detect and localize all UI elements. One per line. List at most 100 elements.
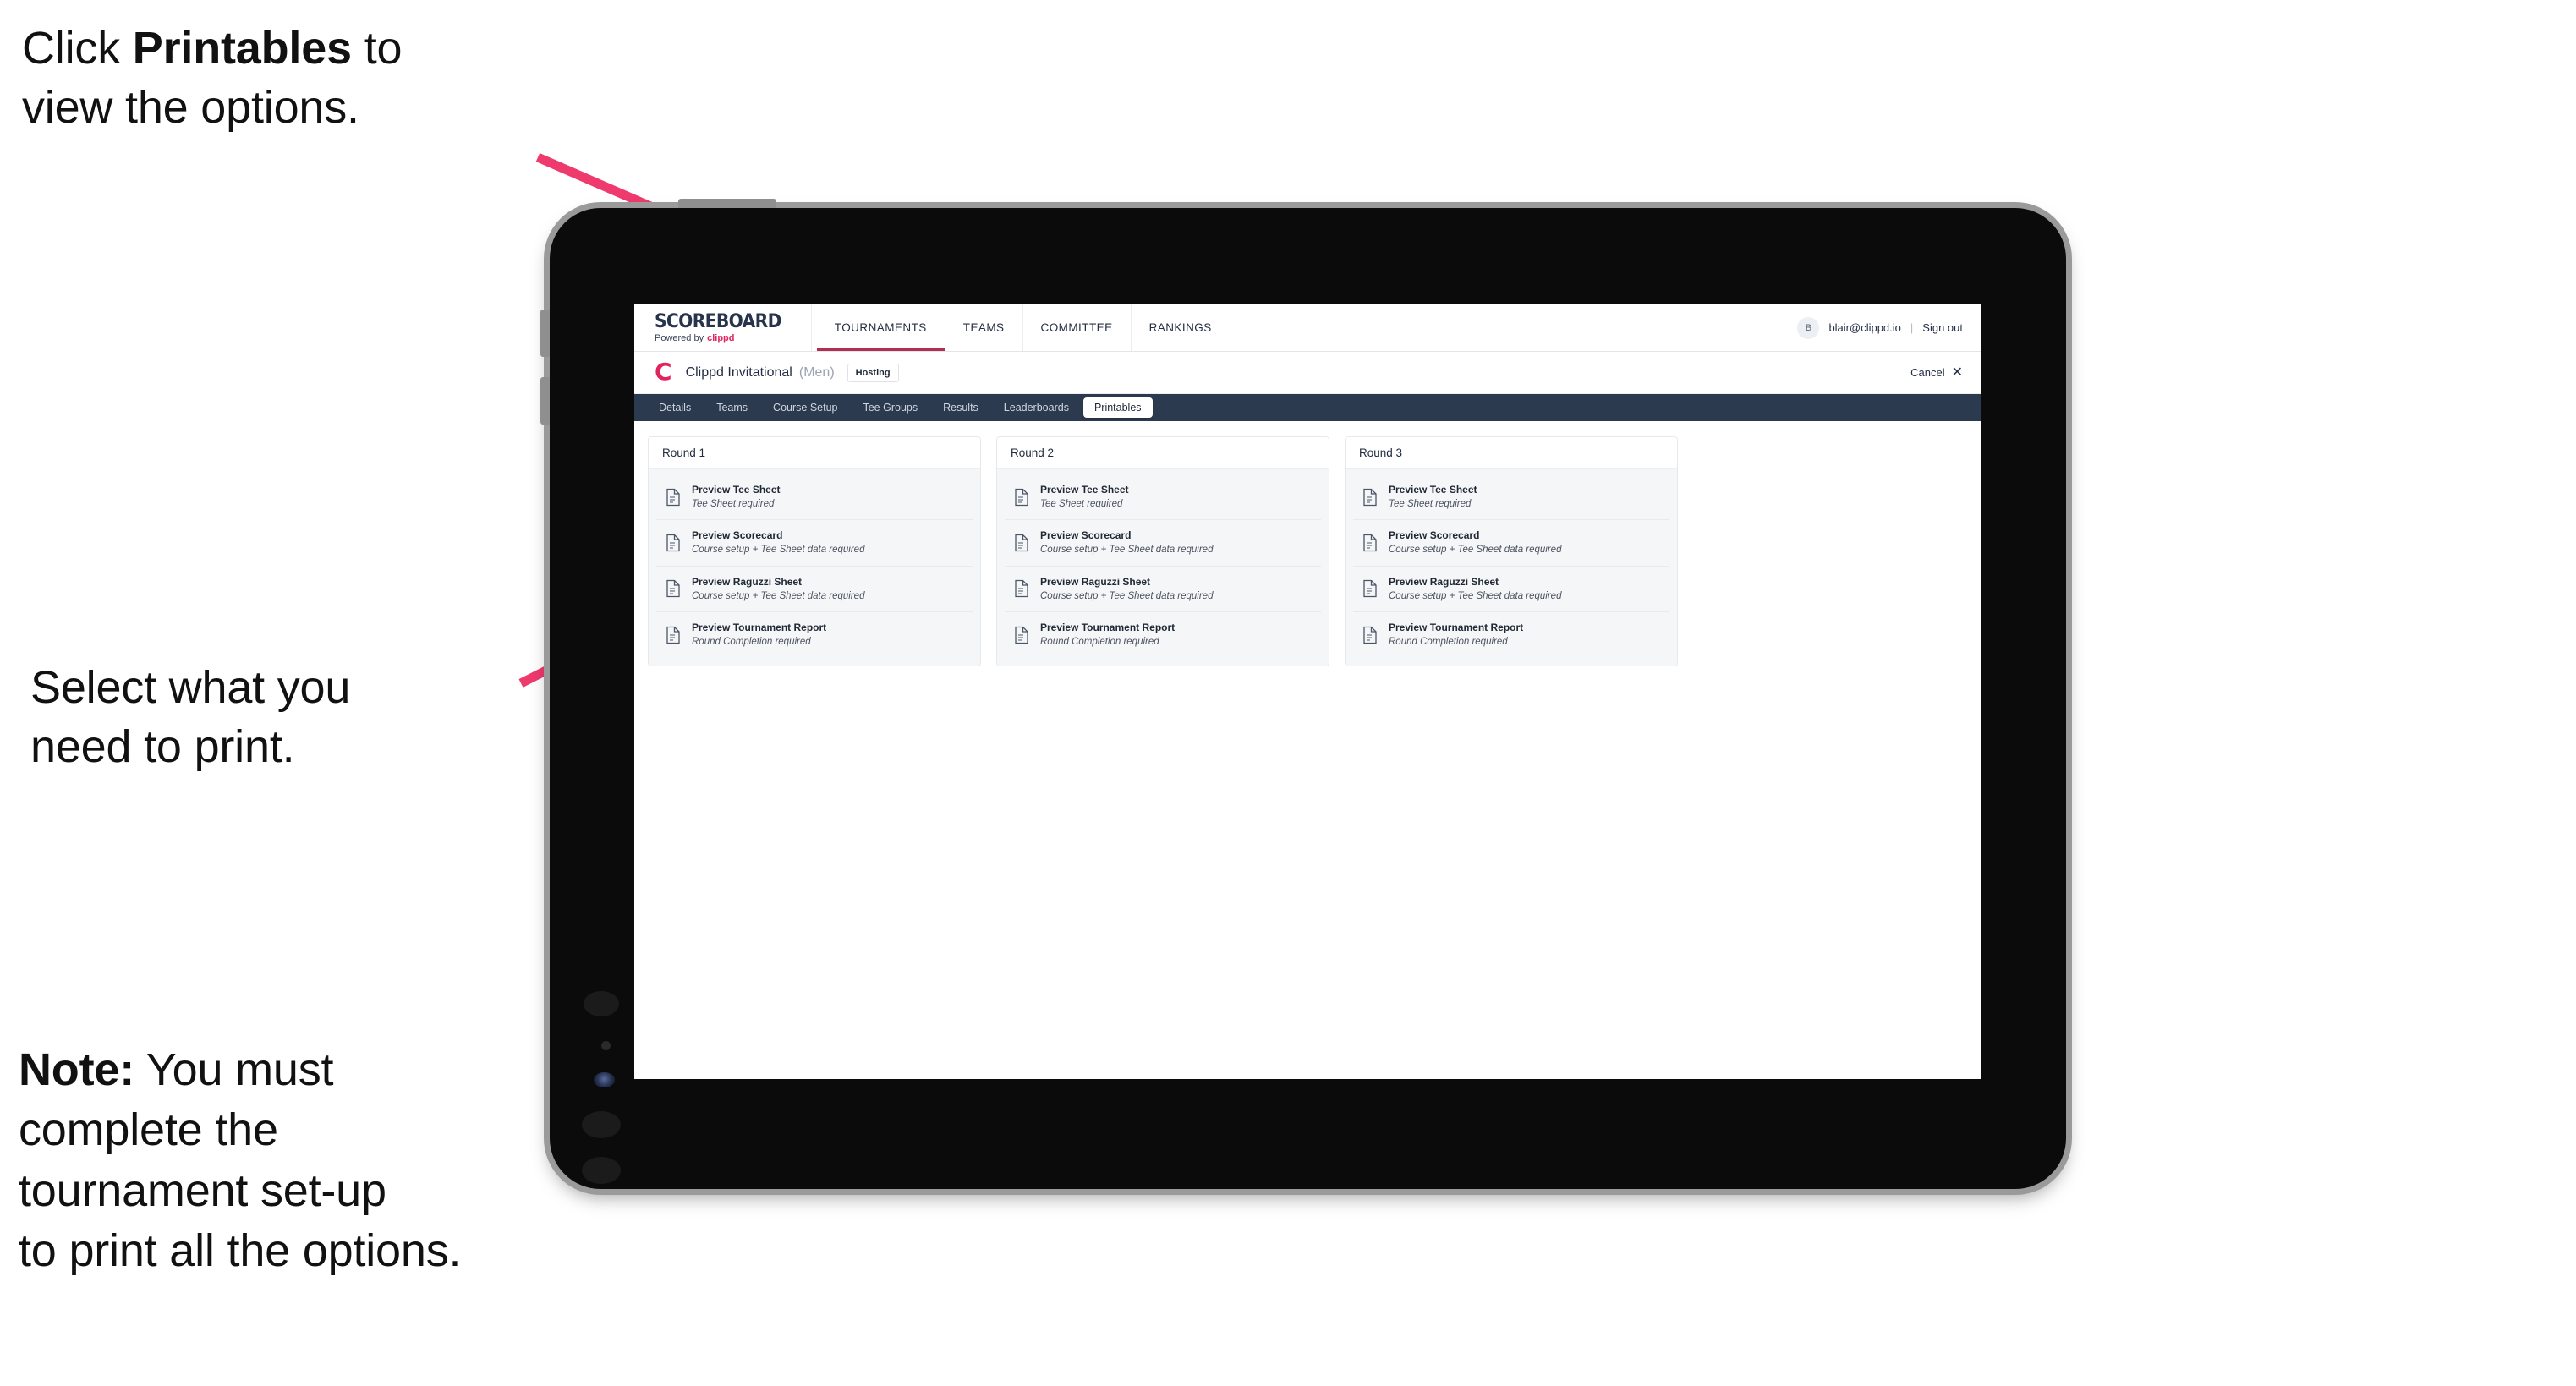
printable-scorecard[interactable]: Preview Scorecard Course setup + Tee She… (656, 520, 973, 567)
printable-subtitle: Tee Sheet required (692, 499, 775, 509)
tablet-device: SCOREBOARD Powered by clippd TOURNAMENTS… (540, 199, 2066, 1189)
printable-raguzzi-sheet[interactable]: Preview Raguzzi Sheet Course setup + Tee… (1005, 566, 1321, 613)
printable-subtitle: Course setup + Tee Sheet data required (1040, 590, 1214, 601)
volume-down-button[interactable] (540, 377, 550, 425)
separator: | (1910, 321, 1914, 334)
nav-item-teams[interactable]: TEAMS (945, 304, 1023, 351)
printable-title: Preview Raguzzi Sheet (1040, 575, 1151, 588)
round-items: Preview Tee Sheet Tee Sheet required Pre… (649, 469, 980, 666)
printable-subtitle: Tee Sheet required (1389, 499, 1472, 509)
printable-title: Preview Tournament Report (1040, 622, 1176, 634)
printable-texts: Preview Scorecard Course setup + Tee She… (692, 529, 864, 556)
document-icon (666, 580, 680, 598)
power-button[interactable] (678, 199, 776, 208)
nav-item-committee[interactable]: COMMITTEE (1023, 304, 1132, 351)
cancel-button[interactable]: Cancel ✕ (1910, 365, 1963, 380)
user-email: blair@clippd.io (1828, 321, 1901, 334)
printable-title: Preview Tee Sheet (1040, 484, 1129, 496)
printable-texts: Preview Raguzzi Sheet Course setup + Tee… (1389, 576, 1561, 602)
volume-up-button[interactable] (540, 310, 550, 357)
printable-title: Preview Tournament Report (692, 622, 827, 634)
cancel-label: Cancel (1910, 366, 1945, 379)
callout-select-print: Select what you need to print. (30, 662, 351, 773)
document-icon (1015, 580, 1028, 598)
printable-texts: Preview Scorecard Course setup + Tee She… (1389, 529, 1561, 556)
printable-subtitle: Course setup + Tee Sheet data required (1389, 545, 1562, 556)
printable-raguzzi-sheet[interactable]: Preview Raguzzi Sheet Course setup + Tee… (656, 566, 973, 613)
printable-tournament-report[interactable]: Preview Tournament Report Round Completi… (1005, 612, 1321, 658)
printable-texts: Preview Raguzzi Sheet Course setup + Tee… (692, 576, 864, 602)
tab-printables[interactable]: Printables (1082, 397, 1153, 418)
bezel-dot (582, 1157, 621, 1184)
sign-out-link[interactable]: Sign out (1922, 321, 1963, 334)
printable-title: Preview Raguzzi Sheet (1389, 575, 1499, 588)
tab-tee-groups[interactable]: Tee Groups (852, 397, 929, 418)
printable-subtitle: Round Completion required (1040, 637, 1159, 648)
printable-tee-sheet[interactable]: Preview Tee Sheet Tee Sheet required (656, 474, 973, 521)
primary-nav: TOURNAMENTS TEAMS COMMITTEE RANKINGS (812, 304, 1230, 351)
status-badge: Hosting (847, 363, 899, 382)
printable-subtitle: Round Completion required (1389, 637, 1508, 648)
printable-tournament-report[interactable]: Preview Tournament Report Round Completi… (1353, 612, 1669, 658)
document-icon (1363, 488, 1377, 506)
printable-texts: Preview Tee Sheet Tee Sheet required (692, 484, 781, 510)
printable-scorecard[interactable]: Preview Scorecard Course setup + Tee She… (1353, 520, 1669, 567)
document-icon (666, 534, 680, 552)
callout-click-printables: Click Printables to view the options. (22, 19, 580, 137)
printable-scorecard[interactable]: Preview Scorecard Course setup + Tee She… (1005, 520, 1321, 567)
printable-tournament-report[interactable]: Preview Tournament Report Round Completi… (656, 612, 973, 658)
brand-wordmark: SCOREBOARD (655, 310, 781, 332)
tab-teams[interactable]: Teams (705, 397, 759, 418)
document-icon (1363, 580, 1377, 598)
printable-tee-sheet[interactable]: Preview Tee Sheet Tee Sheet required (1353, 474, 1669, 521)
tab-course-setup[interactable]: Course Setup (762, 397, 848, 418)
front-camera-icon (594, 1072, 615, 1087)
printables-rounds: Round 1 Preview Tee Sheet Tee Sheet requ… (634, 421, 1981, 666)
browser-viewport: SCOREBOARD Powered by clippd TOURNAMENTS… (634, 304, 1981, 1079)
round-title: Round 2 (997, 437, 1329, 469)
round-title: Round 3 (1346, 437, 1677, 469)
printable-tee-sheet[interactable]: Preview Tee Sheet Tee Sheet required (1005, 474, 1321, 521)
nav-item-rankings[interactable]: RANKINGS (1132, 304, 1230, 351)
round-items: Preview Tee Sheet Tee Sheet required Pre… (997, 469, 1329, 666)
printable-texts: Preview Tournament Report Round Completi… (1040, 622, 1175, 648)
printable-title: Preview Tournament Report (1389, 622, 1524, 634)
printable-subtitle: Tee Sheet required (1040, 499, 1123, 509)
bezel-dot (584, 991, 619, 1016)
scoreboard-logo[interactable]: SCOREBOARD Powered by clippd (634, 304, 812, 351)
round-column-1: Round 1 Preview Tee Sheet Tee Sheet requ… (648, 436, 981, 666)
tournament-name: Clippd Invitational (685, 364, 792, 380)
avatar[interactable]: B (1797, 316, 1820, 339)
document-icon (1363, 626, 1377, 644)
tab-details[interactable]: Details (648, 397, 702, 418)
printable-texts: Preview Tee Sheet Tee Sheet required (1040, 484, 1129, 510)
document-icon (1015, 626, 1028, 644)
printable-title: Preview Scorecard (1040, 529, 1132, 542)
clippd-logo-icon: C (655, 357, 672, 386)
printable-texts: Preview Scorecard Course setup + Tee She… (1040, 529, 1213, 556)
round-title: Round 1 (649, 437, 980, 469)
tab-results[interactable]: Results (932, 397, 989, 418)
callout-note-bold: Note: (19, 1044, 134, 1095)
printable-title: Preview Raguzzi Sheet (692, 575, 803, 588)
round-column-3: Round 3 Preview Tee Sheet Tee Sheet requ… (1345, 436, 1678, 666)
printable-raguzzi-sheet[interactable]: Preview Raguzzi Sheet Course setup + Tee… (1353, 566, 1669, 613)
printable-subtitle: Course setup + Tee Sheet data required (1040, 545, 1214, 556)
tab-leaderboards[interactable]: Leaderboards (993, 397, 1080, 418)
brand-clippd: clippd (707, 332, 735, 343)
tournament-header: C Clippd Invitational (Men) Hosting Canc… (634, 352, 1981, 394)
callout-click-pre: Click (22, 23, 133, 74)
nav-item-tournaments[interactable]: TOURNAMENTS (816, 304, 945, 351)
tournament-gender: (Men) (798, 364, 835, 380)
document-icon (1015, 534, 1028, 552)
document-icon (1015, 488, 1028, 506)
round-items: Preview Tee Sheet Tee Sheet required Pre… (1346, 469, 1677, 666)
printable-title: Preview Tee Sheet (1389, 484, 1477, 496)
brand-powered-by: Powered by (655, 332, 704, 343)
printable-title: Preview Scorecard (1389, 529, 1480, 542)
brand-tagline: Powered by clippd (655, 332, 792, 343)
document-icon (666, 626, 680, 644)
global-header: SCOREBOARD Powered by clippd TOURNAMENTS… (634, 304, 1981, 352)
printable-title: Preview Scorecard (692, 529, 783, 542)
tournament-subtabs: Details Teams Course Setup Tee Groups Re… (634, 394, 1981, 421)
